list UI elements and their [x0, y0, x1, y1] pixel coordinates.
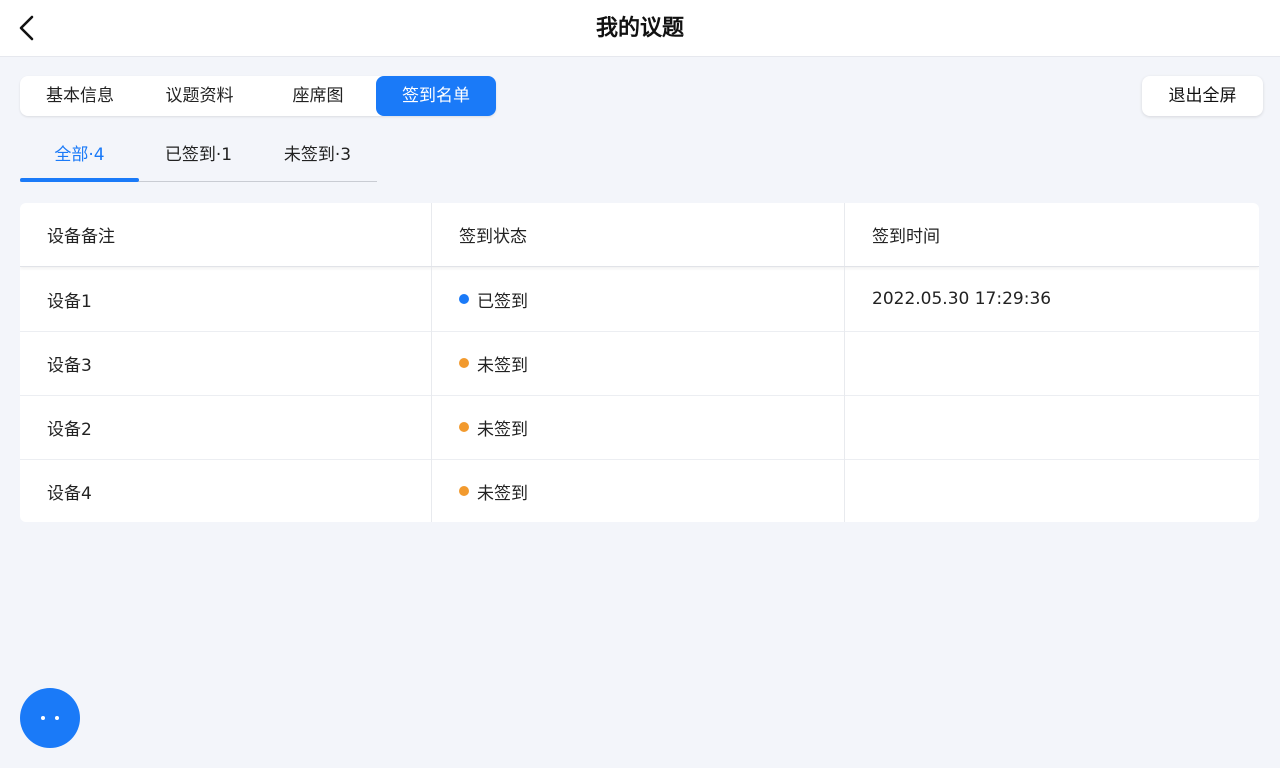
table-row: 设备2 未签到 [20, 395, 1259, 460]
status-cell: 已签到 [432, 267, 845, 331]
device-name-cell: 设备2 [20, 395, 432, 459]
exit-fullscreen-button[interactable]: 退出全屏 [1142, 76, 1263, 116]
status-dot-icon [459, 294, 469, 304]
status-label: 未签到 [477, 483, 528, 504]
table-row: 设备4 未签到 [20, 459, 1259, 522]
status-dot-icon [459, 486, 469, 496]
tab-topic-materials[interactable]: 议题资料 [140, 76, 259, 116]
status-label: 未签到 [477, 355, 528, 376]
tab-sign-in-list[interactable]: 签到名单 [376, 76, 496, 116]
sign-in-time-cell [845, 331, 1259, 395]
table-row: 设备1 已签到 2022.05.30 17:29:36 [20, 267, 1259, 332]
status-dot-icon [459, 422, 469, 432]
sign-in-time-cell [845, 459, 1259, 522]
sign-in-table: 设备备注 签到状态 签到时间 设备1 已签到 2022.05.30 17:29:… [20, 203, 1259, 522]
device-name-cell: 设备1 [20, 267, 432, 331]
filter-tab-bar: 全部·4 已签到·1 未签到·3 [20, 136, 377, 182]
device-name-cell: 设备4 [20, 459, 432, 522]
more-icon [55, 716, 59, 720]
status-dot-icon [459, 358, 469, 368]
status-label: 已签到 [477, 291, 528, 312]
page-title: 我的议题 [595, 16, 684, 41]
filter-tab-all[interactable]: 全部·4 [20, 136, 139, 178]
chevron-left-icon [19, 15, 34, 41]
column-header-sign-in-time: 签到时间 [872, 227, 940, 247]
status-cell: 未签到 [432, 331, 845, 395]
tab-seating-chart[interactable]: 座席图 [259, 76, 377, 116]
main-tab-bar: 基本信息 议题资料 座席图 签到名单 [20, 76, 496, 116]
sign-in-time-cell [845, 395, 1259, 459]
table-row: 设备3 未签到 [20, 331, 1259, 396]
back-button[interactable] [12, 12, 42, 44]
sign-in-time-cell: 2022.05.30 17:29:36 [872, 289, 1052, 309]
device-name-cell: 设备3 [20, 331, 432, 395]
active-tab-indicator [20, 178, 139, 182]
status-label: 未签到 [477, 419, 528, 440]
column-header-sign-in-status: 签到状态 [432, 203, 845, 266]
status-cell: 未签到 [432, 395, 845, 459]
top-bar: 我的议题 [0, 0, 1280, 57]
floating-more-button[interactable] [20, 688, 80, 748]
more-icon [41, 716, 45, 720]
filter-tab-signed[interactable]: 已签到·1 [139, 136, 258, 178]
table-header: 设备备注 签到状态 签到时间 [20, 203, 1259, 267]
status-cell: 未签到 [432, 459, 845, 522]
tab-basic-info[interactable]: 基本信息 [20, 76, 140, 116]
filter-tab-unsigned[interactable]: 未签到·3 [258, 136, 377, 178]
column-header-device-note: 设备备注 [20, 203, 432, 266]
